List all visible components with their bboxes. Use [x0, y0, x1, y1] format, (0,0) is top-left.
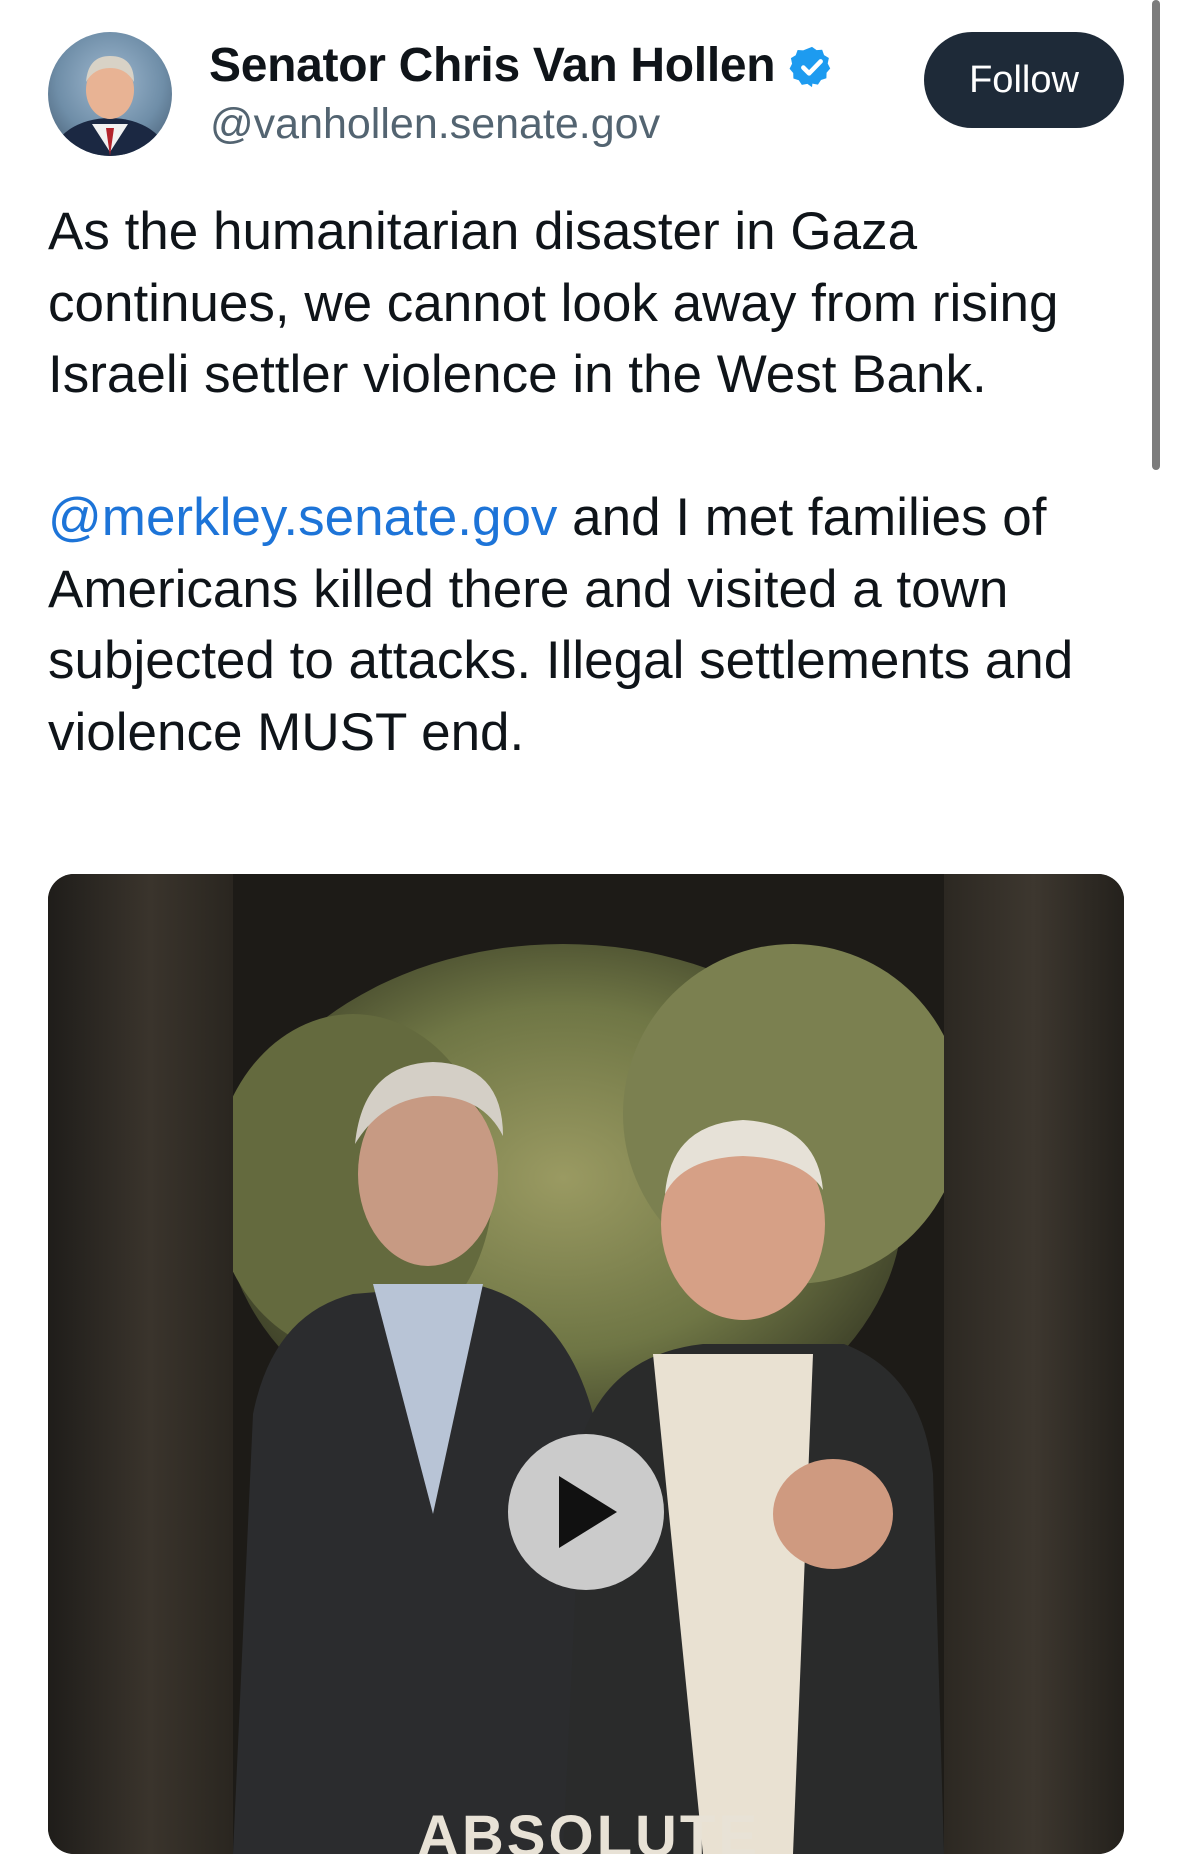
- video-caption: ABSOLUTE: [417, 1804, 760, 1854]
- video-blur-right: [944, 874, 1124, 1854]
- verified-check-icon: [789, 46, 831, 87]
- avatar-photo: [52, 56, 168, 156]
- play-button[interactable]: [508, 1434, 664, 1590]
- mention-link[interactable]: @merkley.senate.gov: [48, 488, 557, 547]
- scrollbar[interactable]: [1152, 0, 1160, 470]
- post-paragraph-1: As the humanitarian disaster in Gaza con…: [48, 202, 1059, 404]
- video-player[interactable]: ABSOLUTE: [48, 874, 1124, 1854]
- post-text: As the humanitarian disaster in Gaza con…: [48, 196, 1128, 768]
- author-avatar[interactable]: [48, 32, 172, 156]
- author-handle[interactable]: @vanhollen.senate.gov: [210, 100, 660, 149]
- author-display-name[interactable]: Senator Chris Van Hollen: [209, 38, 776, 93]
- follow-button[interactable]: Follow: [924, 32, 1124, 128]
- post-card: Senator Chris Van Hollen @vanhollen.sena…: [0, 0, 1179, 1854]
- play-icon: [559, 1476, 617, 1548]
- video-blur-left: [48, 874, 233, 1854]
- video-frame: ABSOLUTE: [233, 874, 944, 1854]
- post-paragraph-2: @merkley.senate.gov and I met families o…: [48, 482, 1128, 768]
- video-thumbnail: [233, 874, 944, 1854]
